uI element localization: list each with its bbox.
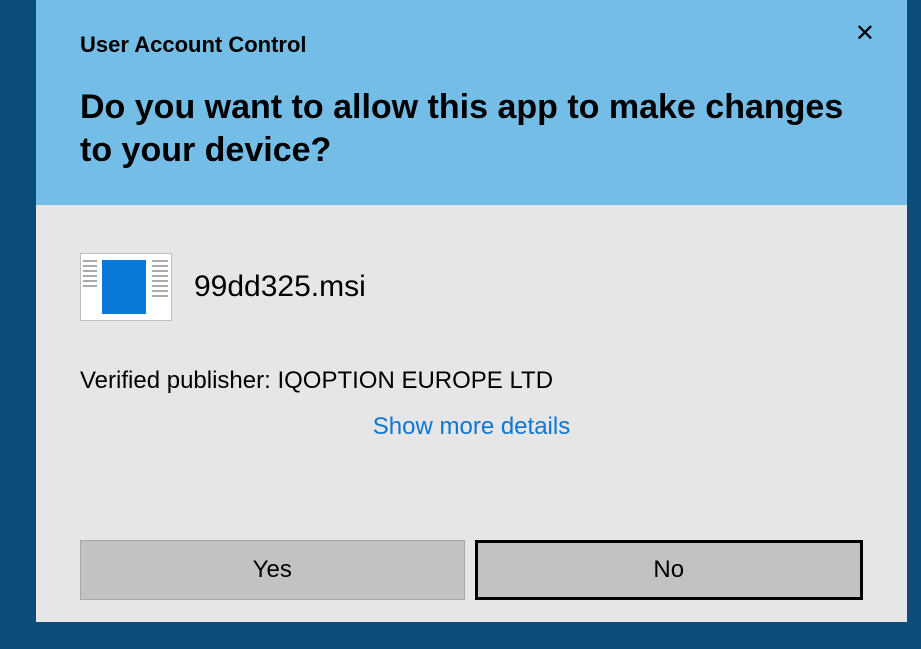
no-button[interactable]: No [475,540,864,600]
button-row: Yes No [80,504,863,600]
dialog-title: User Account Control [80,32,863,58]
close-icon: ✕ [855,20,875,47]
publisher-name: IQOPTION EUROPE LTD [277,367,553,394]
show-details-link[interactable]: Show more details [80,413,863,441]
app-filename: 99dd325.msi [194,270,366,304]
yes-button[interactable]: Yes [80,540,465,600]
app-info-row: 99dd325.msi [80,253,863,321]
dialog-body: 99dd325.msi Verified publisher: IQOPTION… [36,205,907,622]
uac-dialog: ✕ User Account Control Do you want to al… [36,0,907,622]
publisher-info: Verified publisher: IQOPTION EUROPE LTD [80,367,863,395]
close-button[interactable]: ✕ [851,18,879,50]
dialog-header: ✕ User Account Control Do you want to al… [36,0,907,205]
publisher-label: Verified publisher: [80,367,271,394]
dialog-question: Do you want to allow this app to make ch… [80,86,860,171]
installer-icon [80,253,172,321]
